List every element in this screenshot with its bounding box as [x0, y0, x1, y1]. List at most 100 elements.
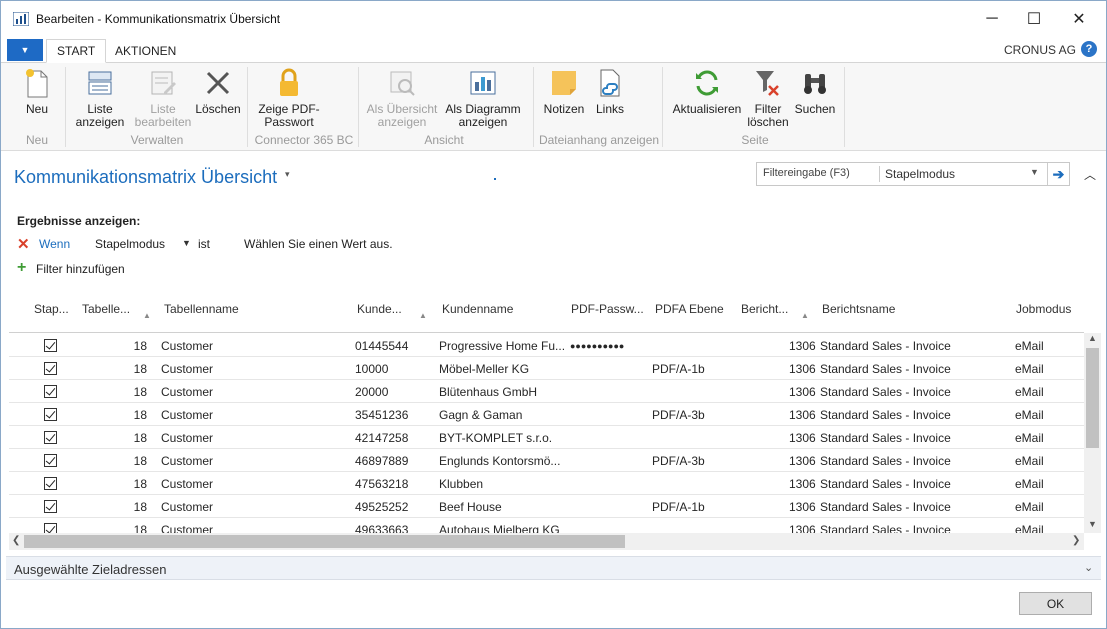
table-cell-berichtsname[interactable]: Standard Sales - Invoice: [820, 431, 951, 445]
scroll-right-icon[interactable]: ❯: [1072, 535, 1080, 546]
table-cell-kundenname[interactable]: Möbel-Meller KG: [439, 362, 529, 376]
als-uebersicht-button[interactable]: Als Übersicht anzeigen: [365, 65, 439, 129]
factbox-selected-addresses[interactable]: Ausgewählte Zieladressen ⌄: [6, 556, 1101, 580]
remove-filter-icon[interactable]: ✕: [17, 235, 30, 253]
table-cell-berichtsname[interactable]: Standard Sales - Invoice: [820, 523, 951, 533]
table-cell-kunde[interactable]: 10000: [355, 362, 388, 376]
table-cell-tabelle[interactable]: 18: [133, 477, 147, 491]
table-cell-tabelle[interactable]: 18: [133, 339, 147, 353]
filter-go-arrow-icon[interactable]: ➔: [1047, 163, 1069, 185]
scroll-left-icon[interactable]: ❮: [12, 535, 20, 546]
stapelmodus-checkbox[interactable]: [44, 339, 57, 352]
table-row[interactable]: 18 Customer 49525252 Beef House PDF/A-1b 1306…: [9, 495, 1084, 518]
horizontal-scroll-thumb[interactable]: [24, 535, 625, 548]
table-cell-kunde[interactable]: 01445544: [355, 339, 408, 353]
column-header-bericht[interactable]: Bericht...: [741, 302, 788, 316]
table-cell-tabellenname[interactable]: Customer: [161, 477, 213, 491]
column-header-stapelmodus[interactable]: Stap...: [34, 302, 69, 316]
column-header-kunde[interactable]: Kunde...: [357, 302, 402, 316]
table-cell-bericht[interactable]: 1306: [789, 454, 816, 468]
stapelmodus-checkbox[interactable]: [44, 454, 57, 467]
filter-value-input[interactable]: Wählen Sie einen Wert aus.: [244, 237, 393, 251]
table-cell-kunde[interactable]: 42147258: [355, 431, 408, 445]
table-cell-tabellenname[interactable]: Customer: [161, 454, 213, 468]
table-cell-berichtsname[interactable]: Standard Sales - Invoice: [820, 362, 951, 376]
stapelmodus-checkbox[interactable]: [44, 431, 57, 444]
table-cell-tabelle[interactable]: 18: [133, 431, 147, 445]
table-cell-tabelle[interactable]: 18: [133, 523, 147, 533]
table-cell-kunde[interactable]: 47563218: [355, 477, 408, 491]
stapelmodus-checkbox[interactable]: [44, 362, 57, 375]
help-icon[interactable]: ?: [1081, 41, 1097, 57]
table-cell-tabelle[interactable]: 18: [133, 408, 147, 422]
scroll-up-icon[interactable]: ▲: [1088, 333, 1097, 343]
table-cell-pdfa-ebene[interactable]: PDF/A-3b: [652, 454, 705, 468]
table-cell-pdf-passwort[interactable]: ●●●●●●●●●●: [570, 341, 624, 351]
table-cell-pdfa-ebene[interactable]: PDF/A-3b: [652, 408, 705, 422]
filter-loeschen-button[interactable]: Filter löschen: [746, 65, 790, 129]
table-row[interactable]: 18 Customer 42147258 BYT-KOMPLET s.r.o. 1306…: [9, 426, 1084, 449]
table-cell-kunde[interactable]: 49525252: [355, 500, 408, 514]
table-cell-berichtsname[interactable]: Standard Sales - Invoice: [820, 477, 951, 491]
table-cell-bericht[interactable]: 1306: [789, 408, 816, 422]
table-row[interactable]: 18 Customer 35451236 Gagn & Gaman PDF/A-3b 13…: [9, 403, 1084, 426]
notizen-button[interactable]: Notizen: [541, 65, 587, 116]
table-cell-tabellenname[interactable]: Customer: [161, 500, 213, 514]
table-cell-tabellenname[interactable]: Customer: [161, 523, 213, 533]
table-cell-kundenname[interactable]: Blütenhaus GmbH: [439, 385, 537, 399]
table-cell-kunde[interactable]: 46897889: [355, 454, 408, 468]
table-cell-tabellenname[interactable]: Customer: [161, 362, 213, 376]
company-name[interactable]: CRONUS AG: [1004, 43, 1076, 57]
horizontal-scrollbar[interactable]: ❮ ❯: [9, 533, 1084, 550]
column-header-tabellenname[interactable]: Tabellenname: [164, 302, 239, 316]
chevron-down-icon[interactable]: ⌄: [1084, 561, 1093, 574]
column-header-berichtsname[interactable]: Berichtsname: [822, 302, 895, 316]
table-cell-kundenname[interactable]: BYT-KOMPLET s.r.o.: [439, 431, 552, 445]
table-row[interactable]: 18 Customer 10000 Möbel-Meller KG PDF/A-1b 13…: [9, 357, 1084, 380]
minimize-button[interactable]: ─: [969, 1, 1015, 37]
stapelmodus-checkbox[interactable]: [44, 477, 57, 490]
table-cell-bericht[interactable]: 1306: [789, 385, 816, 399]
table-cell-berichtsname[interactable]: Standard Sales - Invoice: [820, 408, 951, 422]
table-row[interactable]: 18 Customer 46897889 Englunds Kontorsmö... P…: [9, 449, 1084, 472]
table-cell-berichtsname[interactable]: Standard Sales - Invoice: [820, 339, 951, 353]
column-header-pdf-passwort[interactable]: PDF-Passw...: [571, 302, 644, 316]
table-cell-kunde[interactable]: 49633663: [355, 523, 408, 533]
table-cell-jobmodus[interactable]: eMail: [1015, 339, 1044, 353]
table-cell-berichtsname[interactable]: Standard Sales - Invoice: [820, 385, 951, 399]
table-cell-tabelle[interactable]: 18: [133, 385, 147, 399]
table-cell-tabellenname[interactable]: Customer: [161, 408, 213, 422]
table-cell-berichtsname[interactable]: Standard Sales - Invoice: [820, 500, 951, 514]
neu-button[interactable]: Neu: [18, 65, 56, 116]
filter-field-select[interactable]: Stapelmodus: [885, 167, 955, 181]
als-diagramm-button[interactable]: Als Diagramm anzeigen: [444, 65, 522, 129]
scroll-down-icon[interactable]: ▼: [1088, 519, 1097, 529]
table-cell-tabellenname[interactable]: Customer: [161, 339, 213, 353]
maximize-button[interactable]: ☐: [1011, 1, 1057, 37]
table-cell-kundenname[interactable]: Englunds Kontorsmö...: [439, 454, 560, 468]
column-header-pdfa-ebene[interactable]: PDFA Ebene: [655, 302, 724, 316]
table-cell-bericht[interactable]: 1306: [789, 500, 816, 514]
aktualisieren-button[interactable]: Aktualisieren: [671, 65, 743, 116]
filter-input[interactable]: Filtereingabe (F3) Stapelmodus ▼ ➔: [756, 162, 1070, 186]
stapelmodus-checkbox[interactable]: [44, 500, 57, 513]
suchen-button[interactable]: Suchen: [793, 65, 837, 116]
column-header-kundenname[interactable]: Kundenname: [442, 302, 513, 316]
table-cell-jobmodus[interactable]: eMail: [1015, 454, 1044, 468]
zeige-pdf-passwort-button[interactable]: Zeige PDF- Passwort: [255, 65, 323, 129]
table-cell-pdfa-ebene[interactable]: PDF/A-1b: [652, 362, 705, 376]
filter-field-dropdown-icon[interactable]: ▼: [1030, 167, 1039, 177]
table-cell-bericht[interactable]: 1306: [789, 477, 816, 491]
loeschen-button[interactable]: Löschen: [194, 65, 242, 116]
table-cell-kundenname[interactable]: Klubben: [439, 477, 483, 491]
table-cell-kundenname[interactable]: Beef House: [439, 500, 502, 514]
filter-when-link[interactable]: Wenn: [39, 237, 70, 251]
table-cell-tabelle[interactable]: 18: [133, 454, 147, 468]
table-cell-bericht[interactable]: 1306: [789, 523, 816, 533]
filter-field-dropdown-icon[interactable]: ▼: [182, 238, 191, 248]
stapelmodus-checkbox[interactable]: [44, 523, 57, 533]
stapelmodus-checkbox[interactable]: [44, 408, 57, 421]
tab-aktionen[interactable]: AKTIONEN: [105, 39, 186, 63]
collapse-chevron-up-icon[interactable]: ︿: [1084, 166, 1096, 183]
column-header-tabelle[interactable]: Tabelle...: [82, 302, 130, 316]
